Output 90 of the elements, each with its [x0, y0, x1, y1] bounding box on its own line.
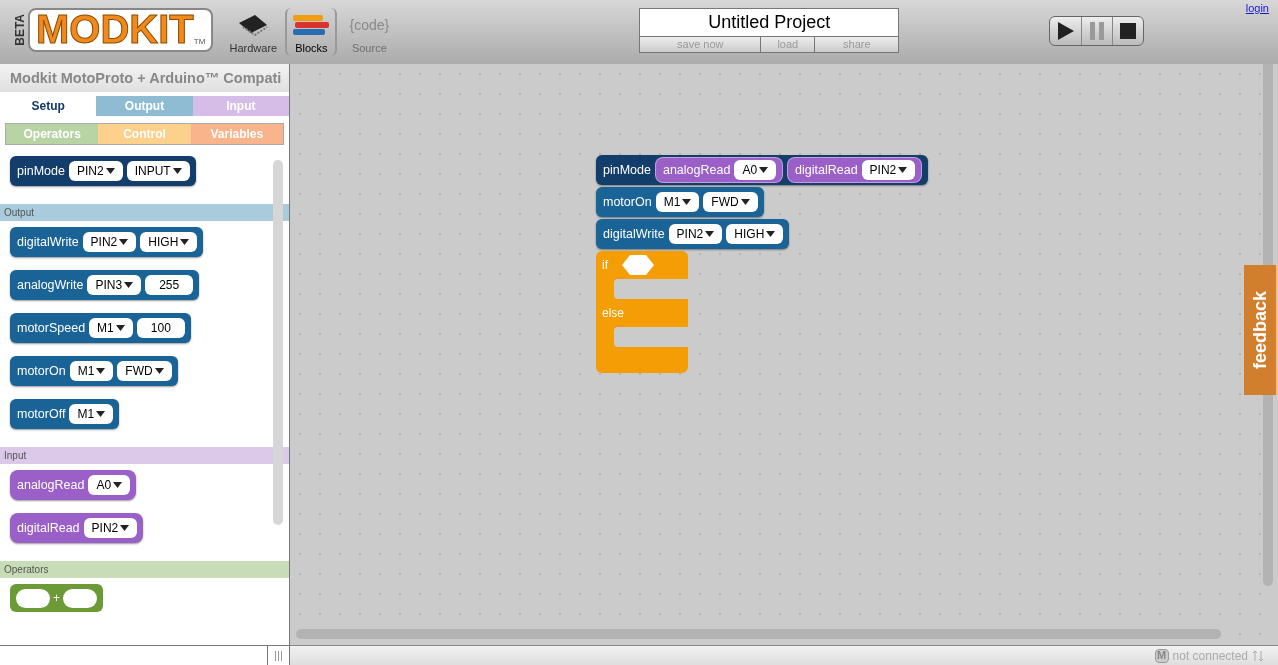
block-label: digitalWrite	[17, 233, 79, 251]
nav-tab[interactable]: Blocks	[285, 8, 338, 56]
dropdown[interactable]: INPUT	[126, 161, 190, 181]
caret-icon	[740, 199, 750, 205]
reporter-block[interactable]: digitalRead PIN2	[10, 513, 144, 543]
dropdown[interactable]: HIGH	[726, 224, 784, 244]
board-title: Modkit MotoProto + Arduino™ Compati	[0, 64, 289, 92]
command-block[interactable]: motorOn M1 FWD	[10, 356, 178, 386]
condition-slot[interactable]	[622, 255, 654, 275]
section-heading: Input	[0, 447, 289, 464]
dropdown[interactable]: A0	[88, 475, 131, 495]
dropdown[interactable]: PIN2	[68, 161, 123, 181]
command-block[interactable]: motorSpeed M1 100	[10, 313, 191, 343]
caret-icon	[96, 368, 106, 374]
caret-icon	[898, 167, 908, 173]
dropdown[interactable]: PIN2	[83, 518, 138, 538]
dropdown[interactable]: M1	[655, 192, 700, 212]
nav-tab[interactable]: Hardware	[227, 8, 280, 56]
scrollbar[interactable]	[273, 160, 283, 525]
dropdown[interactable]: M1	[69, 361, 114, 381]
block-label: analogWrite	[17, 276, 84, 294]
section-heading: Operators	[0, 561, 289, 578]
command-block[interactable]: digitalWrite PIN2 HIGH	[10, 227, 204, 257]
logo: MODKITTM	[28, 8, 214, 52]
reporter-block[interactable]: analogRead A0	[654, 157, 784, 183]
code-icon: {code}	[349, 10, 390, 39]
beta-label: BETA	[14, 14, 26, 46]
block-label: motorSpeed	[17, 319, 86, 337]
reporter-block[interactable]: analogRead A0	[10, 470, 137, 500]
block-label: motorOn	[603, 193, 652, 211]
block-label: analogRead	[17, 476, 85, 494]
command-block[interactable]: pinMode PIN2 INPUT	[10, 156, 196, 186]
block-label: if	[602, 257, 608, 274]
command-block[interactable]: digitalWrite PIN2 HIGH	[596, 219, 790, 249]
command-block[interactable]: motorOn M1 FWD	[596, 187, 764, 217]
caret-icon	[172, 168, 182, 174]
block-label: motorOff	[17, 405, 66, 423]
play-icon	[1057, 22, 1074, 40]
dropdown[interactable]: FWD	[703, 192, 758, 212]
login-link[interactable]: login	[1245, 0, 1269, 17]
dropdown[interactable]: PIN2	[668, 224, 723, 244]
block-label: digitalRead	[795, 161, 858, 179]
dropdown[interactable]: PIN2	[82, 232, 137, 252]
dropdown[interactable]: HIGH	[140, 232, 198, 252]
caret-icon	[180, 239, 190, 245]
caret-icon	[682, 199, 692, 205]
caret-icon	[96, 411, 106, 417]
stop-icon	[1120, 23, 1137, 39]
caret-icon	[766, 231, 776, 237]
number-field[interactable]: 100	[136, 318, 185, 338]
block-label: digitalRead	[17, 519, 80, 537]
caret-icon	[105, 168, 115, 174]
dropdown[interactable]: PIN2	[861, 160, 916, 180]
connection-status: not connected	[1172, 647, 1248, 665]
dropdown[interactable]: M1	[89, 318, 133, 338]
block-label: digitalWrite	[603, 225, 665, 243]
block-label: motorOn	[17, 362, 66, 380]
block-label: analogRead	[662, 161, 731, 179]
transfer-arrows-icon	[1252, 649, 1264, 662]
vertical-scrollbar[interactable]	[1263, 395, 1273, 586]
caret-icon	[154, 368, 164, 374]
block-label: pinMode	[17, 162, 65, 180]
input-slot[interactable]	[63, 588, 97, 608]
dropdown[interactable]: A0	[734, 160, 777, 180]
caret-icon	[113, 482, 123, 488]
caret-icon	[120, 525, 130, 531]
reporter-block[interactable]: digitalRead PIN2	[787, 157, 923, 183]
caret-icon	[115, 325, 125, 331]
caret-icon	[124, 282, 134, 288]
caret-icon	[759, 167, 769, 173]
number-field[interactable]: 255	[145, 275, 194, 295]
dropdown[interactable]: FWD	[117, 361, 172, 381]
project-title[interactable]: Untitled Project	[640, 9, 899, 36]
dropdown[interactable]: M1	[69, 404, 114, 424]
input-slot[interactable]	[16, 588, 50, 608]
block-label: else	[602, 305, 624, 322]
plus-sign: +	[53, 590, 60, 607]
vertical-scrollbar[interactable]	[1263, 64, 1273, 265]
pause-icon	[1090, 22, 1105, 40]
section-heading: Output	[0, 204, 289, 221]
horizontal-scrollbar[interactable]	[296, 629, 1221, 639]
caret-icon	[119, 239, 129, 245]
caret-icon	[705, 231, 715, 237]
block-label: pinMode	[603, 161, 651, 179]
dropdown[interactable]: PIN3	[87, 275, 142, 295]
command-block[interactable]: analogWrite PIN3 255	[10, 270, 200, 300]
command-block[interactable]: pinMode analogRead A0 digitalRead PIN2	[596, 155, 929, 185]
command-block[interactable]: motorOff M1	[10, 399, 120, 429]
device-badge: M	[1154, 648, 1169, 663]
grip-icon	[275, 650, 282, 661]
